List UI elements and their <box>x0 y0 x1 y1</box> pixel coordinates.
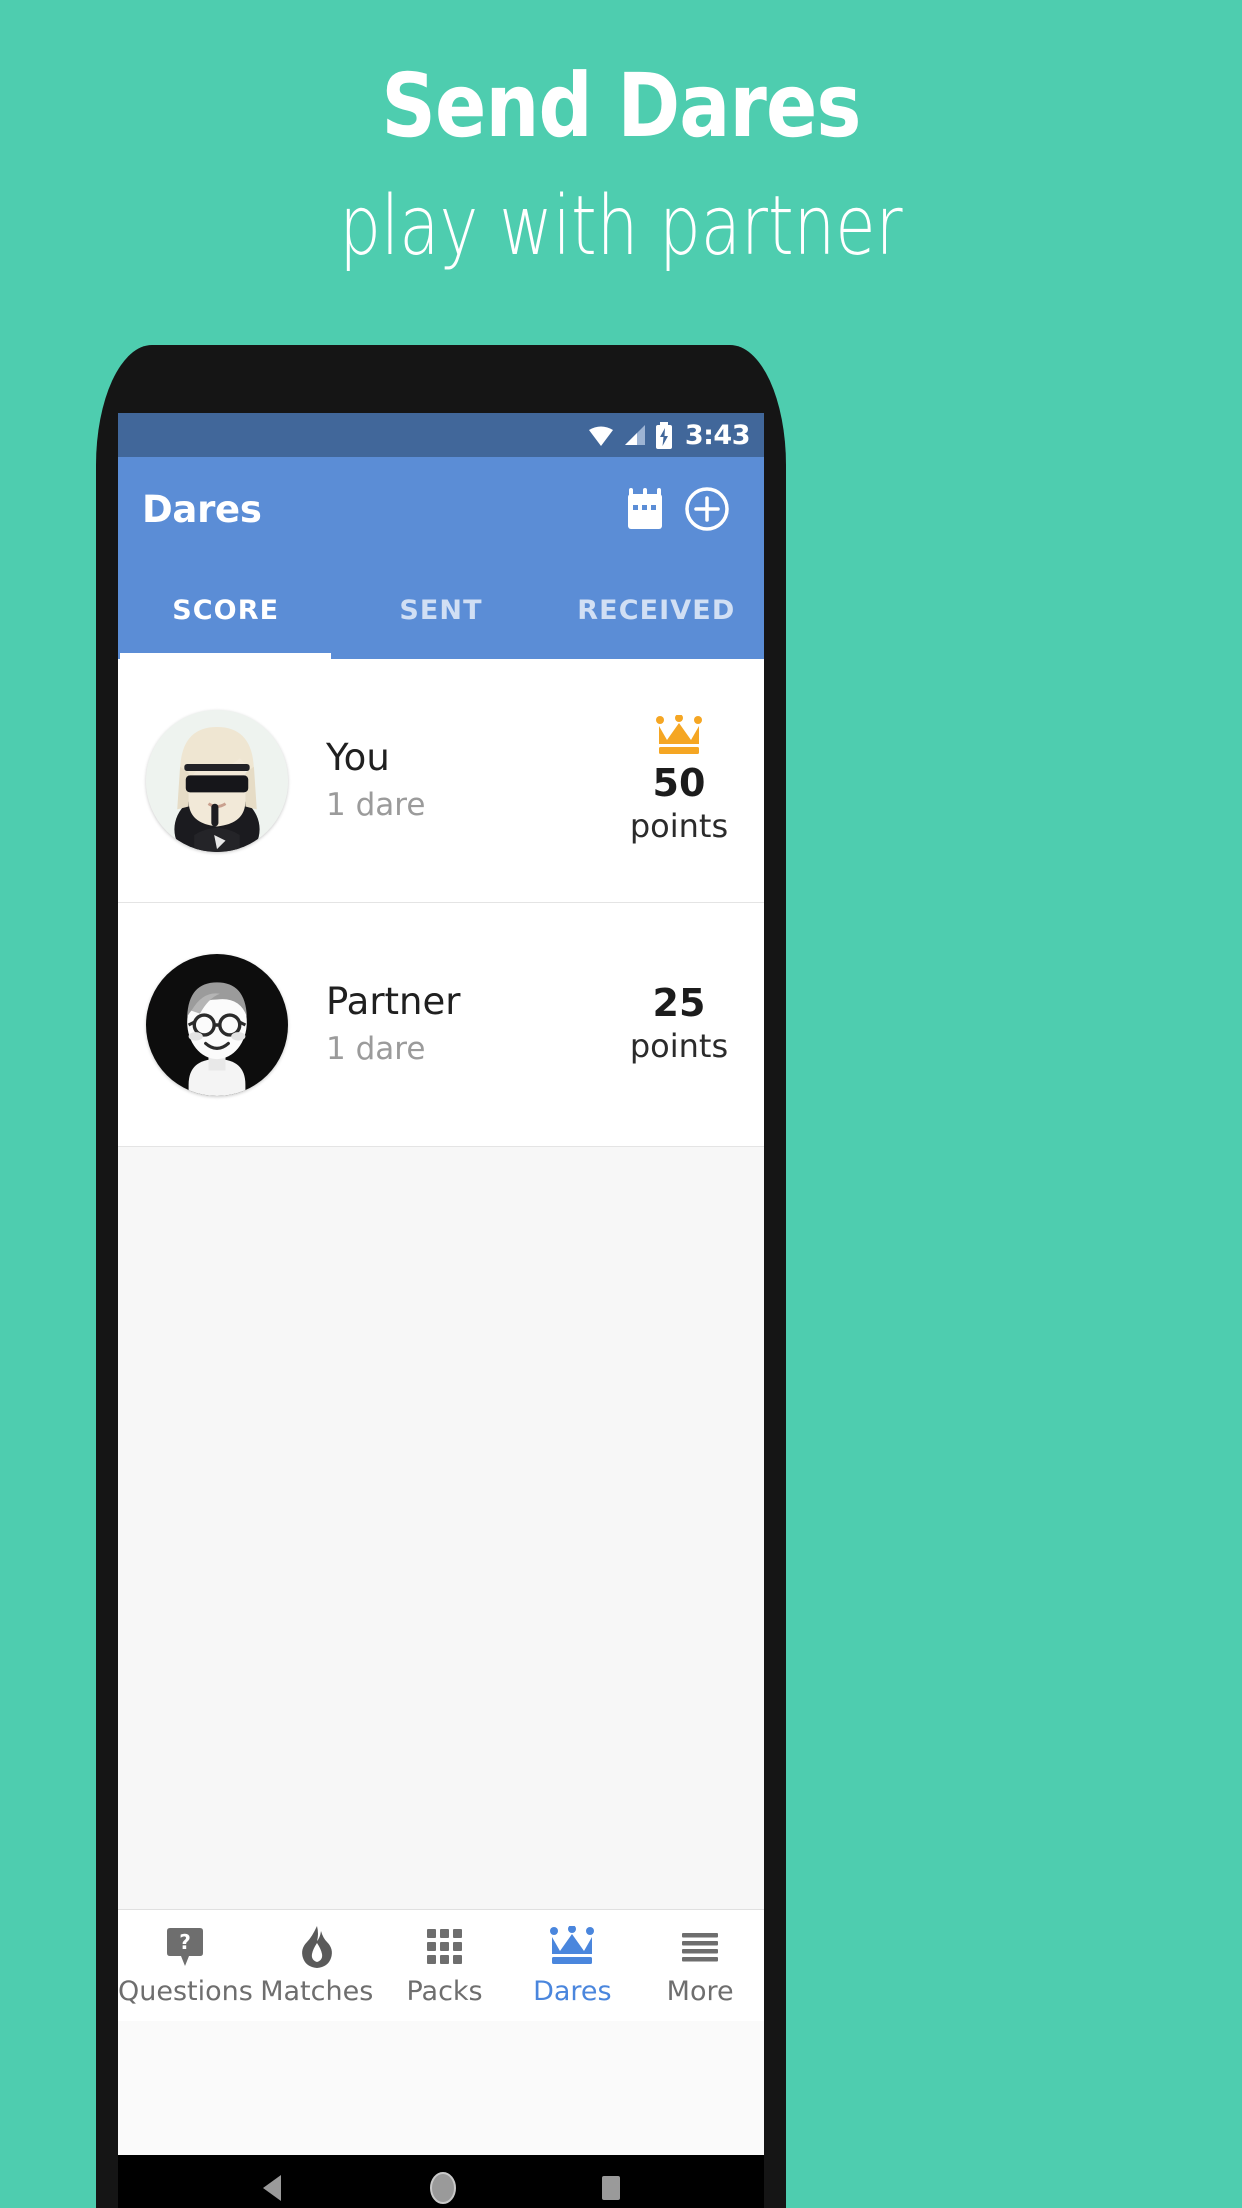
nav-label-questions: Questions <box>118 1975 253 2007</box>
phone-screen: 3:43 Dares SCORE SENT RECEIVED You 1 dar… <box>118 413 764 2155</box>
nav-label-matches: Matches <box>260 1975 374 2007</box>
score-list: You 1 dare 50 points Partner 1 dare 25 p… <box>118 659 764 1909</box>
crown-icon <box>549 1925 595 1969</box>
score-block: 25 points <box>620 981 738 1066</box>
wifi-icon <box>587 423 615 447</box>
bottom-navigation: ? Questions Matches Packs Dares More <box>118 1909 764 2021</box>
nav-item-more[interactable]: More <box>636 1925 764 2007</box>
nav-item-dares[interactable]: Dares <box>508 1925 636 2007</box>
nav-label-dares: Dares <box>533 1975 612 2007</box>
avatar <box>146 953 288 1096</box>
row-subtitle: 1 dare <box>326 786 426 823</box>
row-name: Partner <box>326 980 461 1024</box>
promo-header: Send Dares play with partner <box>0 0 1242 268</box>
nav-item-questions[interactable]: ? Questions <box>118 1925 253 2007</box>
app-bar: Dares <box>118 457 764 561</box>
promo-subtitle: play with partner <box>339 179 903 274</box>
app-bar-title: Dares <box>142 487 262 531</box>
row-subtitle: 1 dare <box>326 1030 426 1067</box>
score-value: 25 <box>652 981 706 1026</box>
recents-button[interactable] <box>599 2174 623 2207</box>
tab-sent[interactable]: SENT <box>333 561 548 659</box>
signal-icon <box>623 423 647 447</box>
svg-text:?: ? <box>180 1930 192 1954</box>
nav-label-more: More <box>666 1975 734 2007</box>
row-text: Partner 1 dare <box>326 981 620 1067</box>
tab-score-label: SCORE <box>172 594 280 626</box>
crown-icon <box>655 714 703 757</box>
back-button[interactable] <box>259 2173 287 2208</box>
score-value: 50 <box>652 761 706 806</box>
tab-received-label: RECEIVED <box>577 594 736 626</box>
score-block: 50 points <box>620 714 738 846</box>
status-bar: 3:43 <box>118 413 764 457</box>
grid-icon <box>426 1925 464 1969</box>
row-name: You <box>326 736 390 780</box>
status-bar-time: 3:43 <box>684 419 751 451</box>
nav-item-packs[interactable]: Packs <box>381 1925 509 2007</box>
home-button[interactable] <box>428 2171 458 2208</box>
android-navigation-bar <box>118 2155 764 2208</box>
promo-title: Send Dares <box>381 54 861 157</box>
add-circle-icon[interactable] <box>676 478 738 540</box>
battery-charging-icon <box>655 421 673 449</box>
tab-score[interactable]: SCORE <box>118 561 333 659</box>
table-row[interactable]: You 1 dare 50 points <box>118 659 764 903</box>
question-bubble-icon: ? <box>165 1925 205 1969</box>
flame-icon <box>300 1925 334 1969</box>
phone-mockup: 3:43 Dares SCORE SENT RECEIVED You 1 dar… <box>96 345 786 2208</box>
hamburger-icon <box>681 1925 719 1969</box>
row-text: You 1 dare <box>326 737 620 823</box>
tab-received[interactable]: RECEIVED <box>549 561 764 659</box>
tab-bar: SCORE SENT RECEIVED <box>118 561 764 659</box>
tab-sent-label: SENT <box>399 594 483 626</box>
score-unit: points <box>629 1027 729 1066</box>
table-row[interactable]: Partner 1 dare 25 points <box>118 903 764 1147</box>
list-empty-area <box>118 1147 764 1909</box>
avatar <box>146 709 288 852</box>
nav-label-packs: Packs <box>406 1975 483 2007</box>
calendar-icon[interactable] <box>614 478 676 540</box>
nav-item-matches[interactable]: Matches <box>253 1925 381 2007</box>
score-unit: points <box>629 807 729 846</box>
